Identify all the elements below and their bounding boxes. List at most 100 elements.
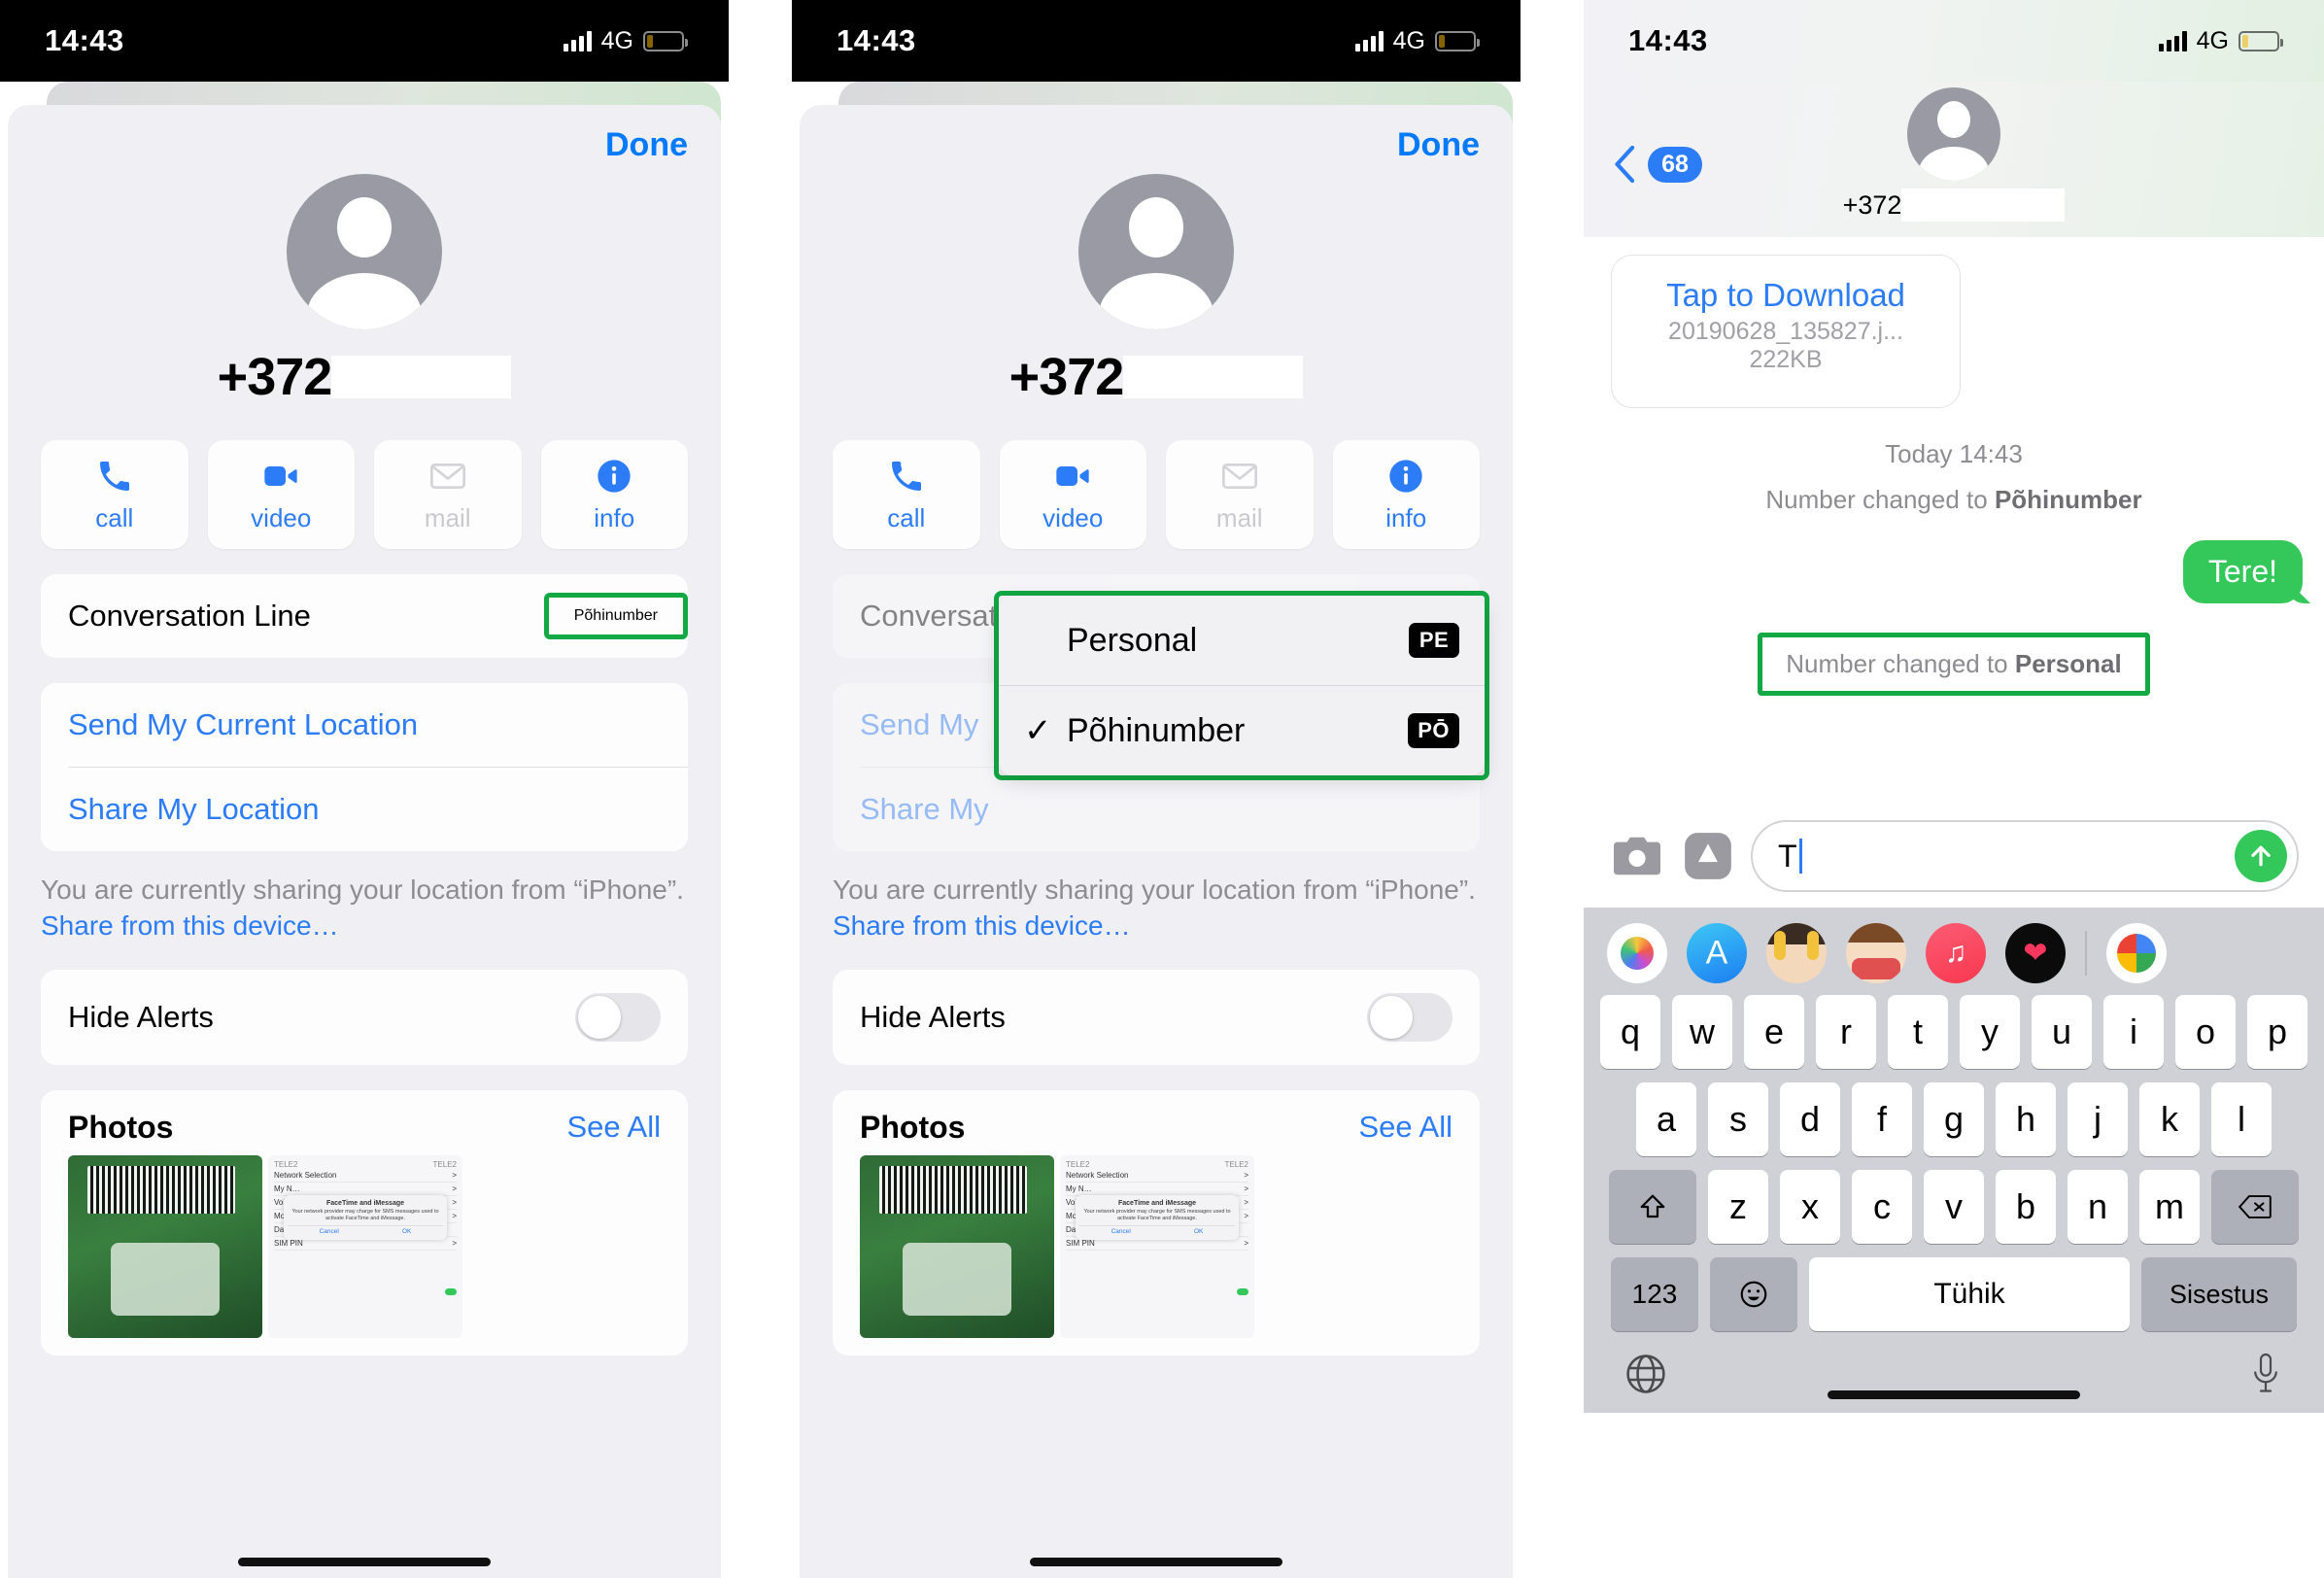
phone-panel-3: 14:43 4G 68 +372 Tap to Download 2019062… — [1584, 0, 2324, 1578]
info-action-button[interactable]: info — [540, 440, 688, 549]
shift-up-icon[interactable] — [1609, 1170, 1696, 1244]
video-action-button[interactable]: video — [999, 440, 1146, 549]
key-o[interactable]: o — [2175, 995, 2236, 1069]
maps-icon[interactable] — [2106, 923, 2167, 983]
photo-thumbnail[interactable] — [860, 1154, 1054, 1338]
tap-to-download-link[interactable]: Tap to Download — [1631, 277, 1940, 314]
system-message-value: Põhinumber — [1994, 485, 2142, 514]
app-store-icon[interactable] — [1683, 831, 1733, 881]
share-from-device-link[interactable]: Share from this device… — [833, 910, 1131, 941]
back-button[interactable]: 68 — [1609, 142, 1702, 187]
photos-app-icon[interactable] — [1607, 923, 1667, 983]
key-x[interactable]: x — [1780, 1170, 1840, 1244]
key-l[interactable]: l — [2211, 1082, 2272, 1156]
key-c[interactable]: c — [1852, 1170, 1912, 1244]
call-action-button[interactable]: call — [833, 440, 980, 549]
emoji-smiley-icon[interactable] — [1710, 1257, 1797, 1331]
apple-music-icon[interactable]: ♫ — [1926, 923, 1986, 983]
key-r[interactable]: r — [1816, 995, 1876, 1069]
photo-thumbnail[interactable] — [68, 1154, 262, 1338]
keyboard-row-3: z x c v b n m — [1584, 1170, 2324, 1244]
video-action-button[interactable]: video — [207, 440, 355, 549]
dropdown-item-pohinumber[interactable]: ✓ Põhinumber PŌ — [999, 686, 1485, 775]
attachment-filesize: 222KB — [1749, 346, 1823, 373]
send-current-location-row[interactable]: Send My Current Location — [41, 683, 688, 767]
memoji-icon-2[interactable] — [1846, 923, 1906, 983]
status-bar-2: 14:43 4G — [792, 0, 1521, 82]
key-e[interactable]: e — [1744, 995, 1804, 1069]
text-caret — [1798, 839, 1802, 874]
key-t[interactable]: t — [1888, 995, 1948, 1069]
conversation-line-value-highlight[interactable]: Põhinumber — [543, 593, 688, 639]
photos-header-2: Photos See All — [833, 1090, 1480, 1155]
key-f[interactable]: f — [1852, 1082, 1912, 1156]
done-button[interactable]: Done — [1397, 126, 1480, 164]
photo-thumbnail[interactable]: TELE2TELE2 Network Selection> My N…> Voi… — [1060, 1154, 1254, 1338]
photo-thumbnail[interactable]: TELE2TELE2 Network Selection> My N…> Voi… — [268, 1154, 462, 1338]
key-y[interactable]: y — [1960, 995, 2020, 1069]
key-w[interactable]: w — [1672, 995, 1732, 1069]
send-button[interactable] — [2235, 830, 2287, 882]
hide-alerts-toggle[interactable] — [1367, 992, 1452, 1042]
share-my-location-row[interactable]: Share My Location — [41, 768, 688, 851]
signal-bars-icon — [1354, 30, 1384, 51]
key-d[interactable]: d — [1780, 1082, 1840, 1156]
contact-avatar-icon — [1078, 174, 1234, 329]
key-j[interactable]: j — [2068, 1082, 2128, 1156]
done-button[interactable]: Done — [605, 126, 688, 164]
key-i[interactable]: i — [2103, 995, 2164, 1069]
key-n[interactable]: n — [2068, 1170, 2128, 1244]
backspace-icon[interactable] — [2211, 1170, 2299, 1244]
sheet-toolbar-2: Done — [800, 105, 1513, 164]
memoji-icon-1[interactable] — [1766, 923, 1827, 983]
key-v[interactable]: v — [1924, 1170, 1984, 1244]
battery-icon — [643, 30, 688, 51]
hide-alerts-row[interactable]: Hide Alerts — [41, 970, 688, 1065]
key-s[interactable]: s — [1708, 1082, 1768, 1156]
key-k[interactable]: k — [2139, 1082, 2200, 1156]
camera-icon[interactable] — [1609, 833, 1665, 879]
video-action-label: video — [251, 502, 312, 532]
globe-icon[interactable] — [1623, 1351, 1669, 1402]
battery-icon — [1435, 30, 1480, 51]
microphone-icon[interactable] — [2246, 1351, 2285, 1402]
key-numbers[interactable]: 123 — [1611, 1257, 1698, 1331]
key-h[interactable]: h — [1996, 1082, 2056, 1156]
outgoing-message-bubble[interactable]: Tere! — [2182, 540, 2303, 603]
conversation-header: 68 +372 — [1584, 82, 2324, 237]
status-time: 14:43 — [1628, 23, 1708, 57]
key-space[interactable]: Tühik — [1809, 1257, 2130, 1331]
contact-avatar-icon — [287, 174, 442, 329]
system-message-pohinumber: Number changed to Põhinumber — [1611, 485, 2297, 515]
key-enter[interactable]: Sisestus — [2141, 1257, 2297, 1331]
photos-see-all-button[interactable]: See All — [566, 1110, 661, 1145]
line-picker-highlight: Personal PE ✓ Põhinumber PŌ — [994, 591, 1489, 780]
attachment-bubble[interactable]: Tap to Download 20190628_135827.j... 222… — [1611, 255, 1961, 408]
message-input[interactable]: T — [1751, 820, 2299, 892]
photos-card-1: Photos See All TELE2 TELE2 Network Select… — [41, 1089, 688, 1355]
dropdown-item-personal[interactable]: Personal PE — [999, 596, 1485, 685]
chevron-left-icon — [1615, 145, 1635, 184]
signal-bars-icon — [563, 30, 592, 51]
app-store-icon[interactable]: A — [1687, 923, 1747, 983]
key-z[interactable]: z — [1708, 1170, 1768, 1244]
call-action-button[interactable]: call — [41, 440, 188, 549]
key-p[interactable]: p — [2247, 995, 2307, 1069]
share-from-device-link[interactable]: Share from this device… — [41, 910, 339, 941]
fitness-icon[interactable]: ❤ — [2005, 923, 2066, 983]
key-q[interactable]: q — [1600, 995, 1660, 1069]
key-u[interactable]: u — [2032, 995, 2092, 1069]
conversation-line-row[interactable]: Conversation Line — [41, 574, 544, 658]
photos-see-all-button[interactable]: See All — [1358, 1110, 1452, 1145]
info-circle-icon — [1389, 459, 1422, 493]
key-a[interactable]: a — [1636, 1082, 1696, 1156]
key-m[interactable]: m — [2139, 1170, 2200, 1244]
key-b[interactable]: b — [1996, 1170, 2056, 1244]
attachment-filename: 20190628_135827.j... — [1668, 318, 1903, 345]
phone-number-text: +372 — [217, 348, 333, 406]
info-action-button[interactable]: info — [1332, 440, 1480, 549]
hide-alerts-row[interactable]: Hide Alerts — [833, 970, 1480, 1065]
hide-alerts-toggle[interactable] — [575, 992, 661, 1042]
conversation-line-card-1: Conversation Line Põhinumber — [41, 574, 688, 658]
key-g[interactable]: g — [1924, 1082, 1984, 1156]
